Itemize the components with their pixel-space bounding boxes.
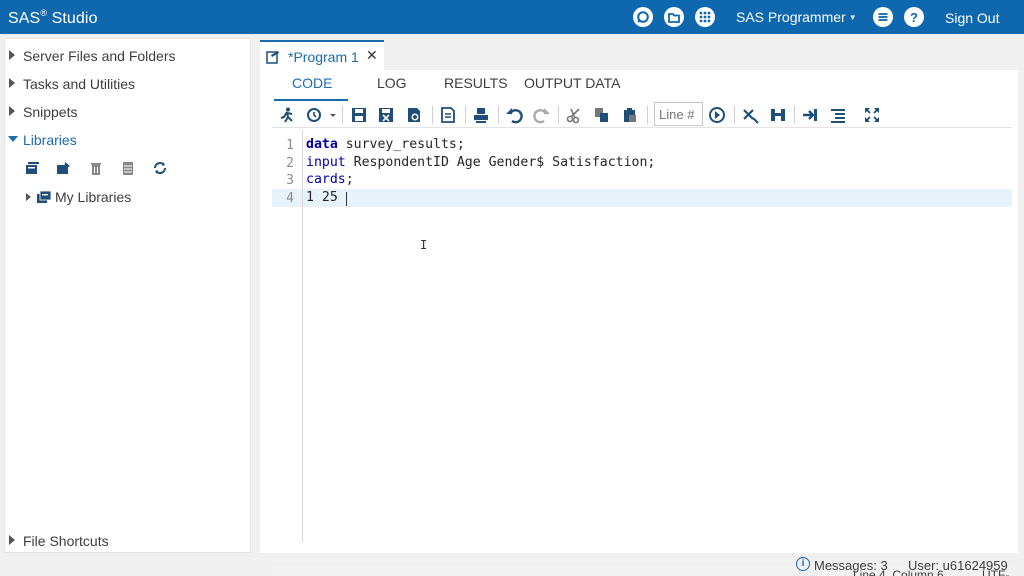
toolbar-separator <box>794 106 795 124</box>
nav-snippets[interactable]: Snippets <box>5 101 250 125</box>
toolbar-separator <box>647 106 648 124</box>
nav-label: Server Files and Folders <box>23 48 176 64</box>
program-tab[interactable]: *Program 1 ✕ <box>260 40 384 70</box>
tab-output-data[interactable]: OUTPUT DATA <box>524 75 620 97</box>
code-editor[interactable]: 1 2 3 4 data survey_results; input Respo… <box>272 130 1012 542</box>
code-line: cards; <box>306 172 354 187</box>
search-icon[interactable] <box>633 7 653 27</box>
nav-label: File Shortcuts <box>23 533 109 549</box>
text-cursor <box>346 192 347 206</box>
code-line: data survey_results; <box>306 137 465 152</box>
tree-item-label: My Libraries <box>55 189 132 205</box>
toolbar-separator <box>498 106 499 124</box>
toolbar-separator <box>432 106 433 124</box>
help-icon[interactable]: ? <box>904 7 924 27</box>
save-icon[interactable] <box>350 106 368 124</box>
navigation-pane: Server Files and Folders Tasks and Utili… <box>4 38 251 553</box>
chevron-down-icon[interactable] <box>324 106 336 124</box>
format-code-icon[interactable] <box>829 106 847 124</box>
run-icon[interactable] <box>278 106 296 124</box>
maximize-icon[interactable] <box>863 106 881 124</box>
code-toolbar <box>272 100 1012 128</box>
submit-lines-icon[interactable] <box>801 106 819 124</box>
go-to-line-icon[interactable] <box>708 106 726 124</box>
save-refresh-icon[interactable] <box>405 106 423 124</box>
info-icon[interactable]: i <box>796 557 810 571</box>
expand-arrow-icon[interactable] <box>9 535 15 545</box>
table-view-icon[interactable] <box>119 159 137 177</box>
nav-label: Tasks and Utilities <box>23 76 136 92</box>
toolbar-separator <box>465 106 466 124</box>
user-id: User: u61624959 <box>908 558 1008 573</box>
tab-results[interactable]: RESULTS <box>444 75 508 97</box>
app-title: SAS® Studio <box>8 8 98 27</box>
current-line-highlight <box>272 189 1012 207</box>
program-panel: CODE LOG RESULTS OUTPUT DATA Line # 1 2 … <box>260 70 1018 576</box>
open-folder-icon[interactable] <box>664 7 684 27</box>
nav-tasks-utilities[interactable]: Tasks and Utilities <box>5 73 250 97</box>
line-number: 3 <box>286 173 294 188</box>
save-as-icon[interactable] <box>377 106 395 124</box>
line-number: 2 <box>286 156 294 171</box>
svg-text:?: ? <box>910 10 918 25</box>
nav-label: Snippets <box>23 104 78 120</box>
app-header: SAS® Studio SAS Programmer ▼ ? Sign Out <box>0 0 1024 34</box>
clear-format-icon[interactable] <box>741 106 759 124</box>
role-dropdown[interactable]: SAS Programmer ▼ <box>736 9 857 25</box>
editor-area: *Program 1 ✕ CODE LOG RESULTS OUTPUT DAT… <box>258 38 1020 576</box>
app-footer: i Messages: 3 User: u61624959 <box>0 556 1024 576</box>
code-document-icon[interactable] <box>439 106 457 124</box>
toolbar-separator <box>734 106 735 124</box>
library-icon <box>36 189 52 205</box>
code-line: 1 25 <box>306 190 347 206</box>
toolbar-separator <box>342 106 343 124</box>
line-number: 1 <box>286 138 294 153</box>
refresh-icon[interactable] <box>151 159 169 177</box>
menu-list-icon[interactable] <box>873 7 893 27</box>
line-number-input[interactable] <box>654 102 703 126</box>
line-number-gutter: 1 2 3 4 <box>272 130 303 542</box>
messages-link[interactable]: Messages: 3 <box>814 558 888 573</box>
close-tab-icon[interactable]: ✕ <box>366 47 378 64</box>
line-number: 4 <box>286 191 294 206</box>
tab-log[interactable]: LOG <box>377 75 407 97</box>
tab-code[interactable]: CODE <box>292 75 332 97</box>
library-properties-icon[interactable] <box>55 159 73 177</box>
expand-arrow-icon[interactable] <box>9 50 15 60</box>
code-line: input RespondentID Age Gender$ Satisfact… <box>306 155 656 170</box>
history-icon[interactable] <box>306 106 324 124</box>
paste-icon[interactable] <box>621 106 639 124</box>
toolbar-separator <box>558 106 559 124</box>
mouse-ibeam-cursor: I <box>420 238 428 252</box>
undo-icon[interactable] <box>505 106 523 124</box>
cut-icon[interactable] <box>565 106 583 124</box>
sign-out-link[interactable]: Sign Out <box>945 10 999 26</box>
print-icon[interactable] <box>472 106 490 124</box>
nav-file-shortcuts[interactable]: File Shortcuts <box>5 530 250 554</box>
redo-icon[interactable] <box>533 106 551 124</box>
nav-server-files[interactable]: Server Files and Folders <box>5 45 250 69</box>
delete-icon[interactable] <box>87 159 105 177</box>
copy-icon[interactable] <box>593 106 611 124</box>
tab-label: *Program 1 <box>288 49 359 65</box>
new-library-icon[interactable] <box>23 159 41 177</box>
expand-arrow-icon[interactable] <box>26 193 31 201</box>
nav-label: Libraries <box>23 132 77 148</box>
expand-arrow-icon[interactable] <box>9 106 15 116</box>
collapse-arrow-icon[interactable] <box>8 136 18 142</box>
expand-arrow-icon[interactable] <box>9 78 15 88</box>
find-replace-icon[interactable] <box>769 106 787 124</box>
nav-libraries[interactable]: Libraries <box>5 129 250 153</box>
apps-grid-icon[interactable] <box>695 7 715 27</box>
program-file-icon <box>266 50 280 64</box>
